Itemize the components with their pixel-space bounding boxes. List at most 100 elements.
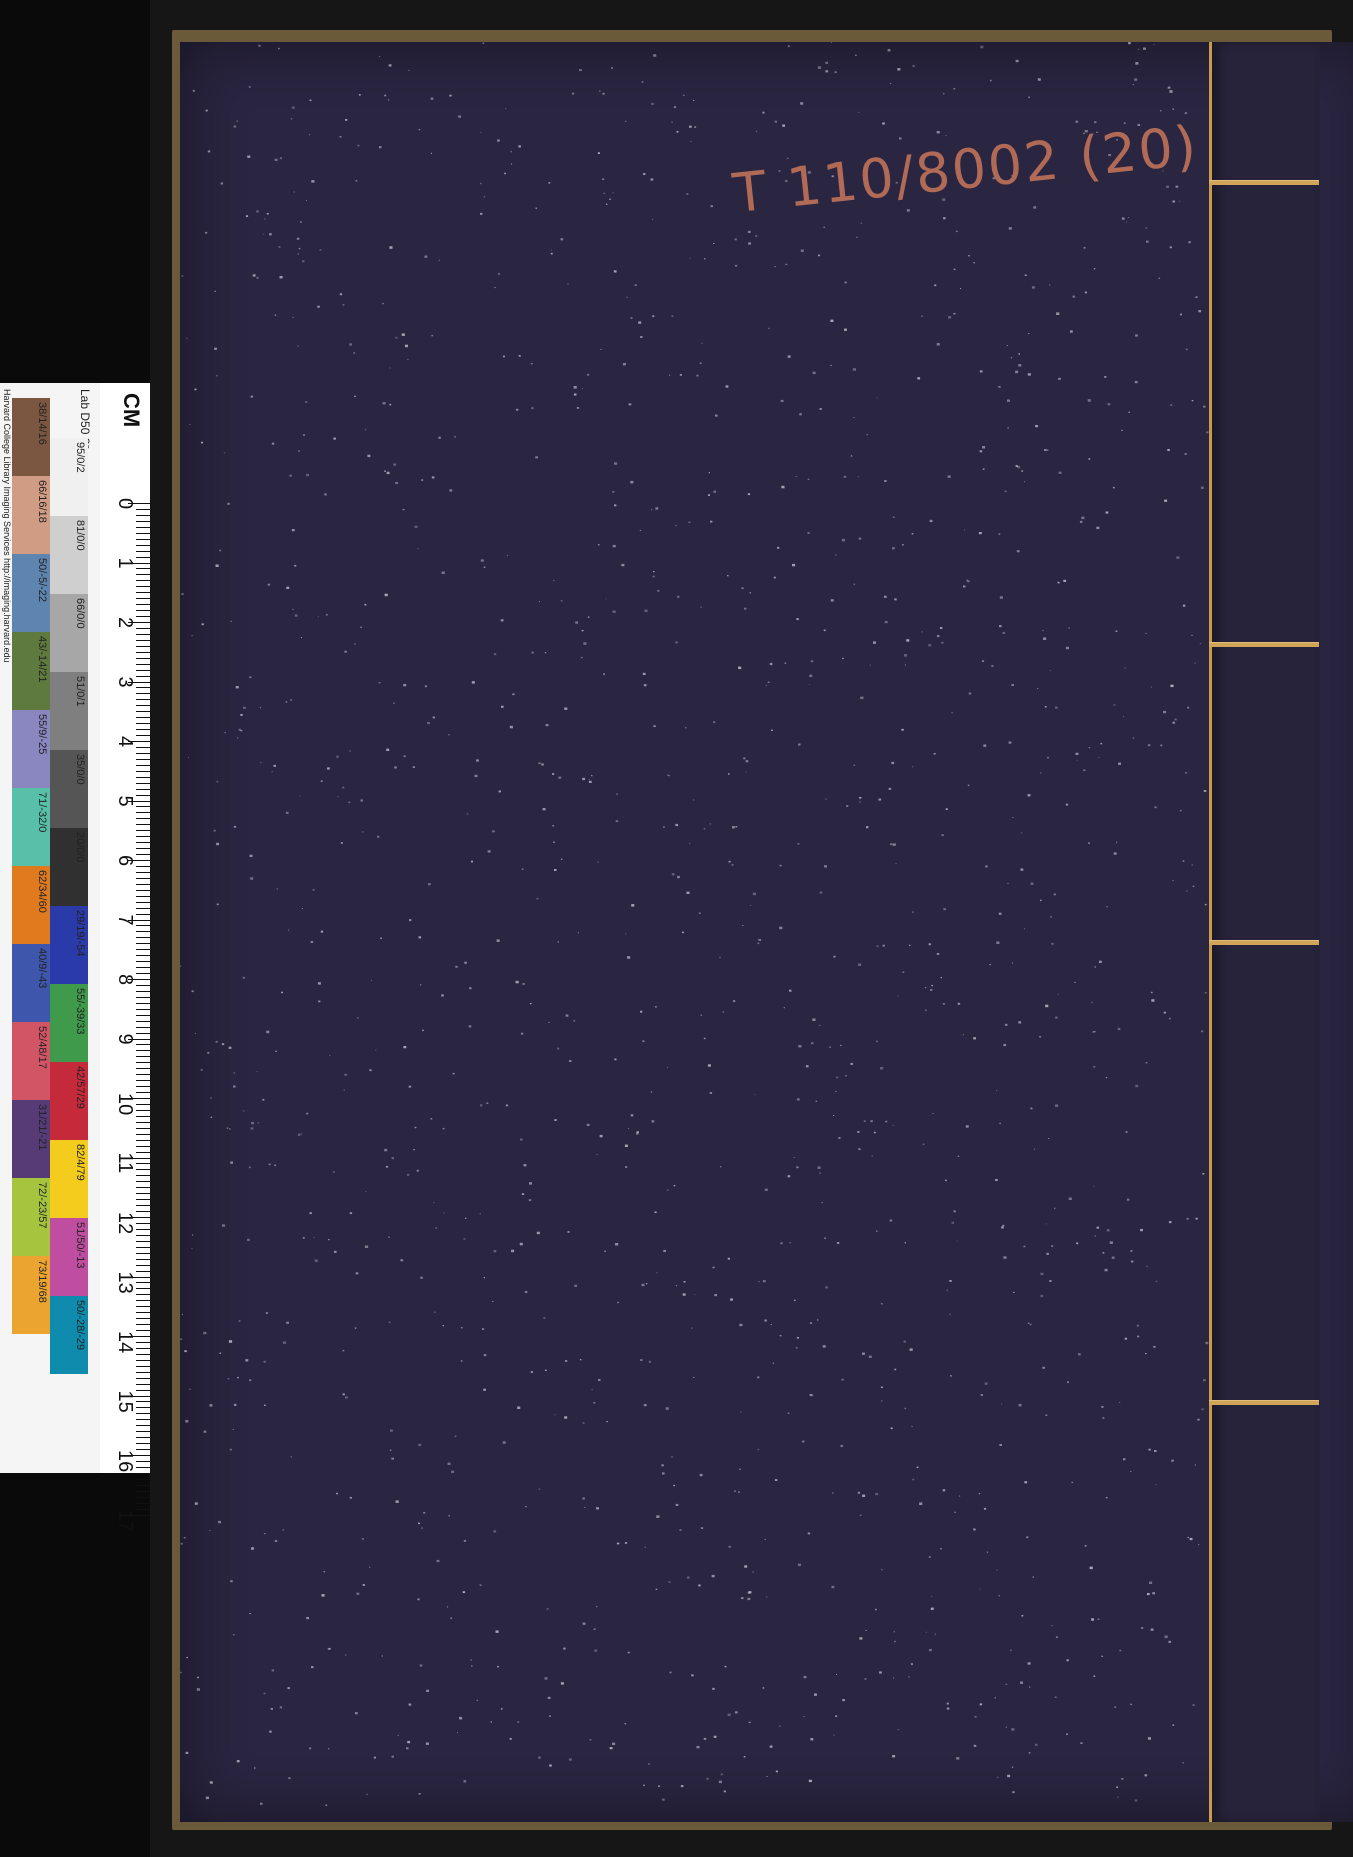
speckle-dot <box>282 1341 286 1344</box>
speckle-dot <box>432 716 435 719</box>
speckle-dot <box>1160 110 1162 112</box>
speckle-dot <box>317 305 320 308</box>
speckle-dot <box>787 45 790 47</box>
speckle-dot <box>249 1379 252 1382</box>
ruler-tick <box>136 830 150 832</box>
speckle-dot <box>544 1677 548 1680</box>
patch-label: 20/0/0 <box>74 832 86 863</box>
speckle-dot <box>771 729 773 731</box>
speckle-dot <box>627 1128 629 1129</box>
speckle-dot <box>995 1179 998 1181</box>
speckle-dot <box>871 1155 873 1157</box>
speckle-dot <box>560 600 563 602</box>
speckle-dot <box>541 763 544 766</box>
speckle-dot <box>419 1664 423 1667</box>
speckle-dot <box>1020 832 1023 834</box>
speckle-dot <box>343 1089 345 1091</box>
ruler-tick <box>136 1020 150 1022</box>
speckle-dot <box>582 777 585 781</box>
speckle-dot <box>1088 458 1091 460</box>
ruler-tick <box>136 1353 150 1355</box>
speckle-dot <box>1135 1084 1139 1088</box>
speckle-dot <box>1024 1481 1028 1484</box>
speckle-dot <box>1029 1686 1031 1688</box>
speckle-dot <box>836 1674 837 1675</box>
speckle-dot <box>651 509 653 511</box>
speckle-dot <box>924 987 927 989</box>
speckle-dot <box>735 826 738 828</box>
speckle-dot <box>243 706 246 709</box>
speckle-dot <box>793 1157 795 1158</box>
speckle-dot <box>653 54 657 57</box>
speckle-dot <box>1021 1615 1024 1617</box>
speckle-dot <box>811 1042 814 1045</box>
ruler-tick <box>136 1169 150 1171</box>
speckle-dot <box>906 639 910 642</box>
ruler-tick <box>136 1318 150 1320</box>
speckle-dot <box>487 850 491 853</box>
ruler-tick <box>128 1276 150 1278</box>
speckle-dot <box>1028 1752 1031 1754</box>
speckle-dot <box>1144 1774 1148 1777</box>
speckle-dot <box>949 1313 951 1315</box>
speckle-dot <box>510 163 513 165</box>
speckle-dot <box>317 616 319 618</box>
speckle-dot <box>471 1665 473 1667</box>
speckle-dot <box>375 1049 377 1051</box>
speckle-dot <box>658 1785 660 1787</box>
speckle-dot <box>862 1494 866 1497</box>
speckle-dot <box>758 938 762 941</box>
speckle-dot <box>605 203 608 205</box>
speckle-dot <box>355 1272 359 1275</box>
speckle-dot <box>579 69 582 72</box>
speckle-dot <box>1098 960 1102 963</box>
speckle-dot <box>699 362 702 364</box>
speckle-dot <box>980 45 984 49</box>
speckle-dot <box>420 984 422 986</box>
speckle-dot <box>857 476 859 478</box>
speckle-dot <box>564 707 568 710</box>
ruler-tick <box>136 1187 150 1189</box>
speckle-dot <box>982 468 985 470</box>
speckle-dot <box>1075 120 1079 123</box>
speckle-dot <box>574 1284 577 1287</box>
speckle-dot <box>929 519 933 523</box>
speckle-dot <box>1172 1724 1175 1726</box>
speckle-dot <box>794 1299 796 1301</box>
speckle-dot <box>844 281 847 284</box>
speckle-dot <box>932 1113 934 1114</box>
speckle-dot <box>400 1259 404 1262</box>
speckle-dot <box>1188 241 1191 244</box>
speckle-dot <box>274 1164 277 1167</box>
speckle-dot <box>627 956 631 959</box>
speckle-dot <box>521 1193 525 1195</box>
speckle-dot <box>951 712 953 714</box>
speckle-dot <box>493 1250 497 1253</box>
ruler-tick <box>136 532 150 534</box>
speckle-dot <box>671 873 675 876</box>
speckle-dot <box>892 1755 896 1758</box>
speckle-dot <box>386 748 390 751</box>
speckle-dot <box>189 1388 191 1390</box>
patch-label: 82/4/79 <box>74 1144 86 1181</box>
speckle-dot <box>912 1478 915 1481</box>
speckle-dot <box>968 692 972 695</box>
speckle-dot <box>250 877 254 880</box>
speckle-dot <box>639 529 642 531</box>
speckle-dot <box>799 413 802 416</box>
ruler-tick <box>136 1490 150 1492</box>
bound-book: T 110/8002 (20) <box>172 30 1353 1830</box>
speckle-dot <box>1154 1450 1157 1452</box>
color-patch-top: 55/-39/33 <box>50 984 88 1062</box>
speckle-dot <box>807 1532 811 1535</box>
speckle-dot <box>696 374 699 377</box>
speckle-dot <box>593 1402 596 1404</box>
speckle-dot <box>1029 1323 1032 1326</box>
speckle-dot <box>393 463 397 466</box>
speckle-dot <box>675 1285 677 1287</box>
speckle-dot <box>1055 1104 1059 1107</box>
ruler-tick <box>136 1347 150 1349</box>
speckle-dot <box>661 1464 664 1467</box>
speckle-dot <box>722 1011 725 1013</box>
ruler-tick <box>136 1068 150 1070</box>
